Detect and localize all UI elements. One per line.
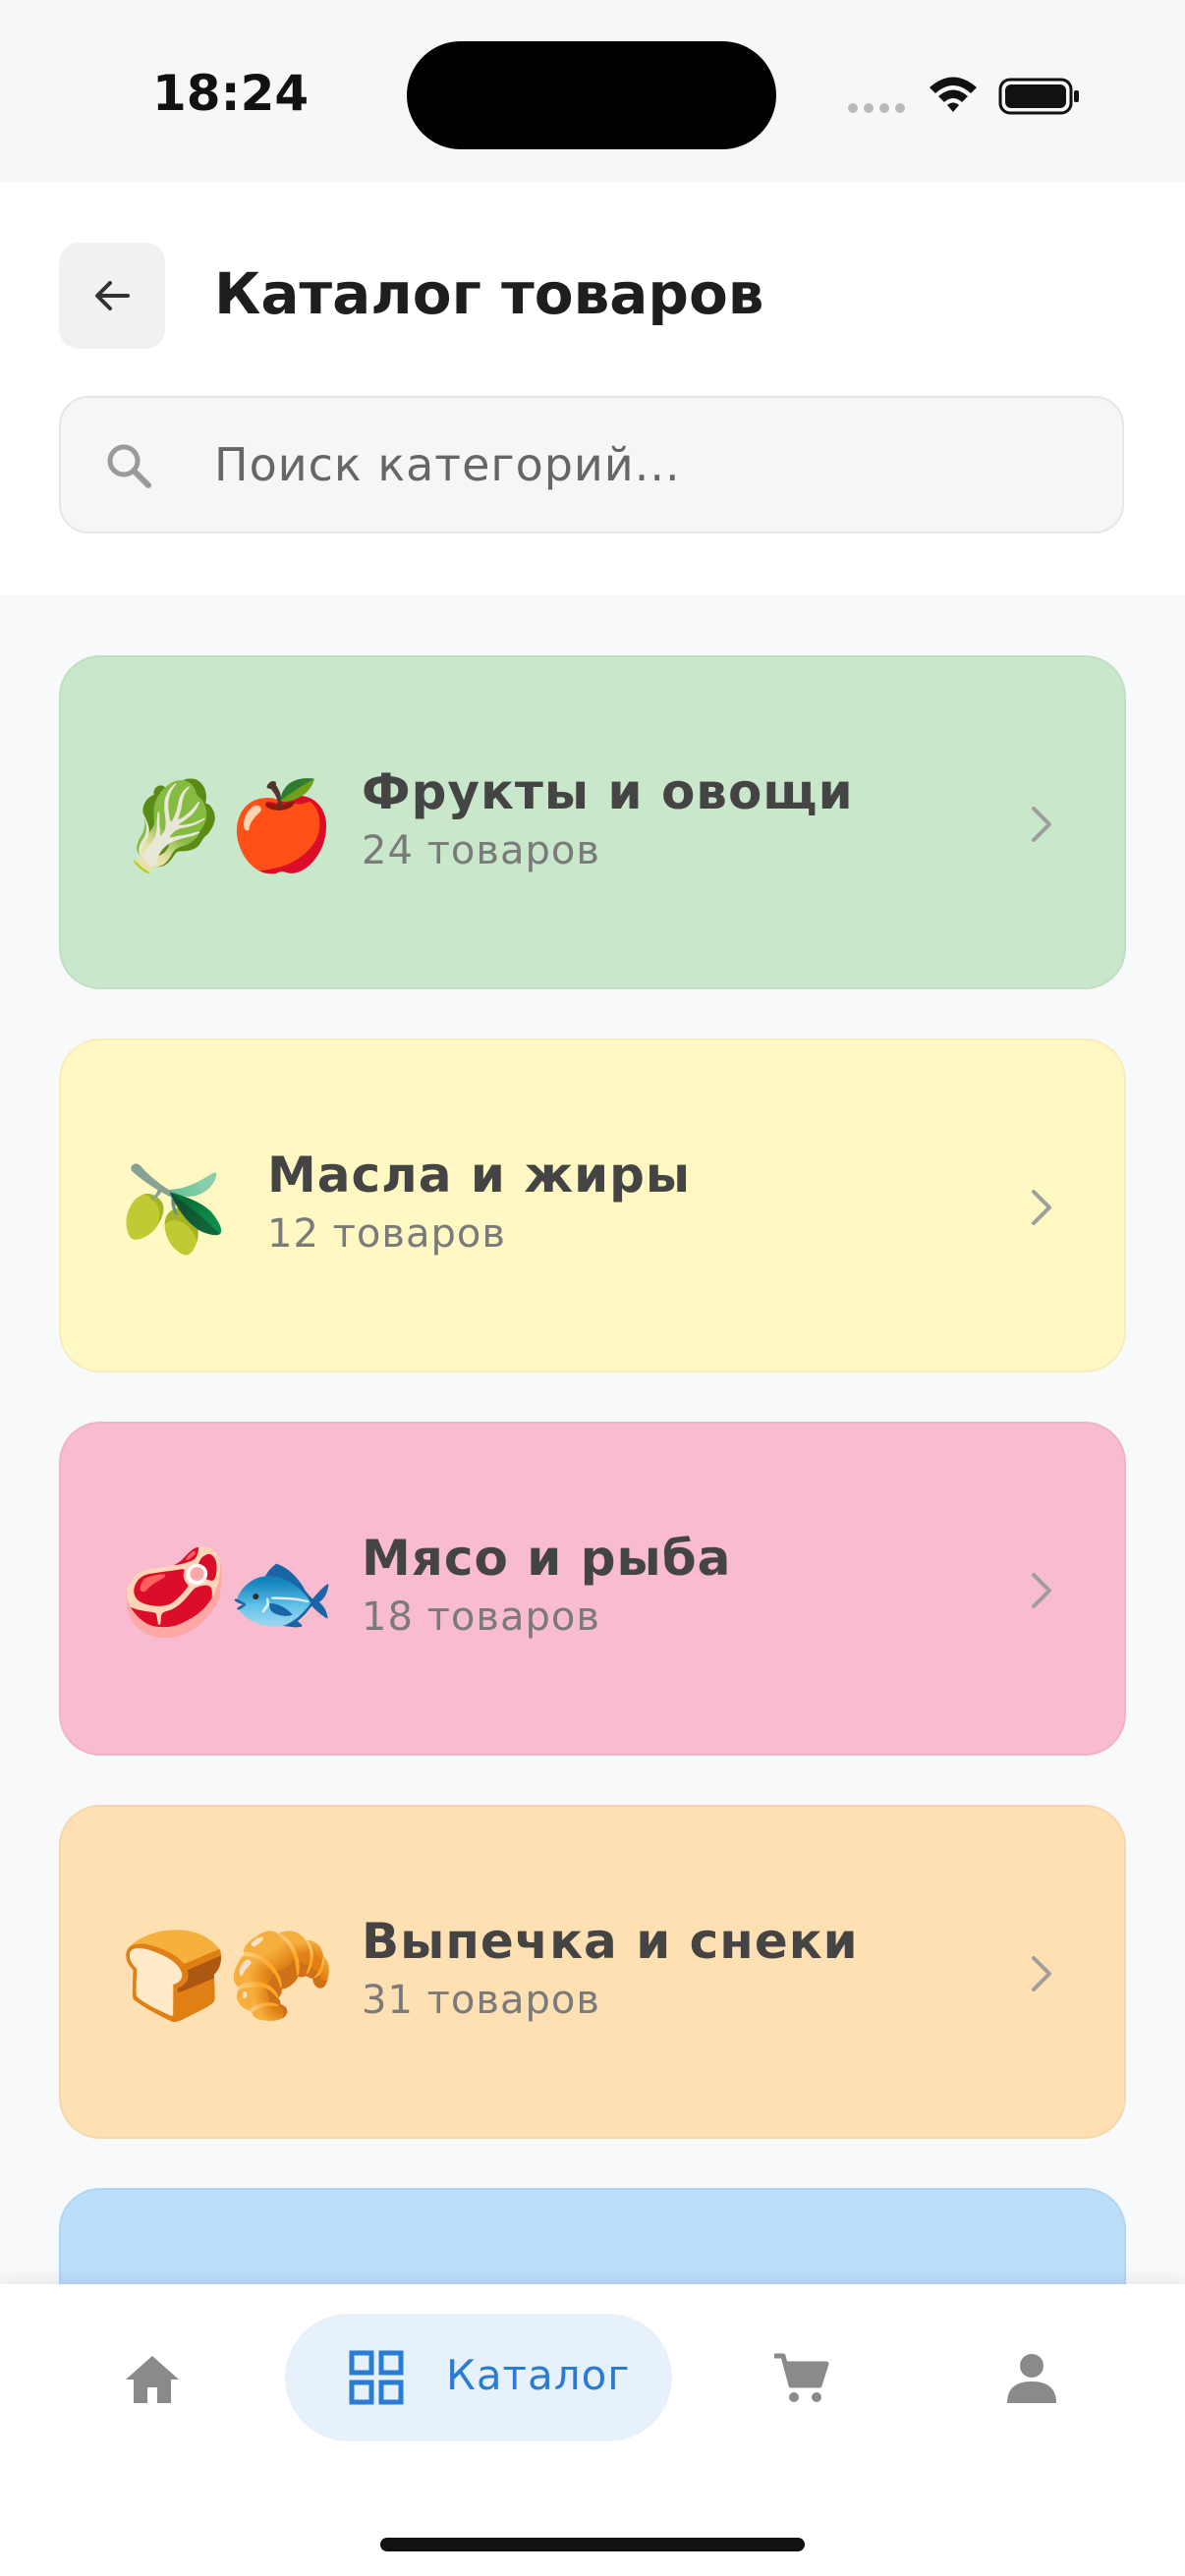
category-name: Выпечка и снеки xyxy=(362,1913,859,1970)
category-card-meat-fish[interactable]: 🥩🐟 Мясо и рыба 18 товаров xyxy=(59,1422,1126,1756)
category-emoji: 🫒 xyxy=(120,1158,228,1260)
category-count: 31 товаров xyxy=(362,1978,600,2023)
category-name: Мясо и рыба xyxy=(362,1530,732,1587)
grid-icon xyxy=(349,2350,404,2405)
category-emoji: 🥩🐟 xyxy=(120,1541,336,1643)
category-emoji: 🍞🥐 xyxy=(120,1925,336,2026)
category-card-fruits-vegetables[interactable]: 🥬🍎 Фрукты и овощи 24 товаров xyxy=(59,655,1126,989)
category-count: 24 товаров xyxy=(362,828,600,873)
category-card-oils-fats[interactable]: 🫒 Масла и жиры 12 товаров xyxy=(59,1038,1126,1372)
search-input[interactable] xyxy=(214,427,1079,502)
status-time: 18:24 xyxy=(152,65,310,122)
category-count: 12 товаров xyxy=(267,1211,506,1257)
chevron-right-icon xyxy=(1032,807,1051,842)
bottom-nav: Каталог xyxy=(0,2284,1185,2576)
arrow-left-icon xyxy=(95,281,130,310)
status-bar: 18:24 xyxy=(0,0,1185,182)
category-emoji: 🥬🍎 xyxy=(120,775,336,876)
category-count: 18 товаров xyxy=(362,1595,600,1640)
person-icon xyxy=(1007,2354,1056,2403)
category-card-bakery-snacks[interactable]: 🍞🥐 Выпечка и снеки 31 товаров xyxy=(59,1805,1126,2139)
cellular-signal-icon xyxy=(848,103,905,113)
home-icon xyxy=(126,2356,179,2403)
nav-cart[interactable] xyxy=(747,2314,855,2441)
page-title: Каталог товаров xyxy=(214,260,764,327)
search-icon xyxy=(107,444,151,488)
category-name: Фрукты и овощи xyxy=(362,763,854,820)
nav-profile[interactable] xyxy=(978,2314,1086,2441)
nav-catalog-label: Каталог xyxy=(446,2351,631,2399)
chevron-right-icon xyxy=(1032,1190,1051,1225)
back-button[interactable] xyxy=(59,243,165,349)
header: Каталог товаров xyxy=(0,182,1185,594)
cart-icon xyxy=(774,2353,829,2402)
category-name: Масла и жиры xyxy=(267,1147,692,1204)
chevron-right-icon xyxy=(1032,1573,1051,1608)
wifi-icon xyxy=(930,77,977,112)
search-bar[interactable] xyxy=(59,396,1124,533)
battery-icon xyxy=(998,78,1079,115)
nav-catalog[interactable]: Каталог xyxy=(285,2314,672,2441)
dynamic-island xyxy=(407,41,776,149)
nav-home[interactable] xyxy=(98,2314,206,2441)
chevron-right-icon xyxy=(1032,1956,1051,1991)
home-indicator xyxy=(380,2538,805,2551)
